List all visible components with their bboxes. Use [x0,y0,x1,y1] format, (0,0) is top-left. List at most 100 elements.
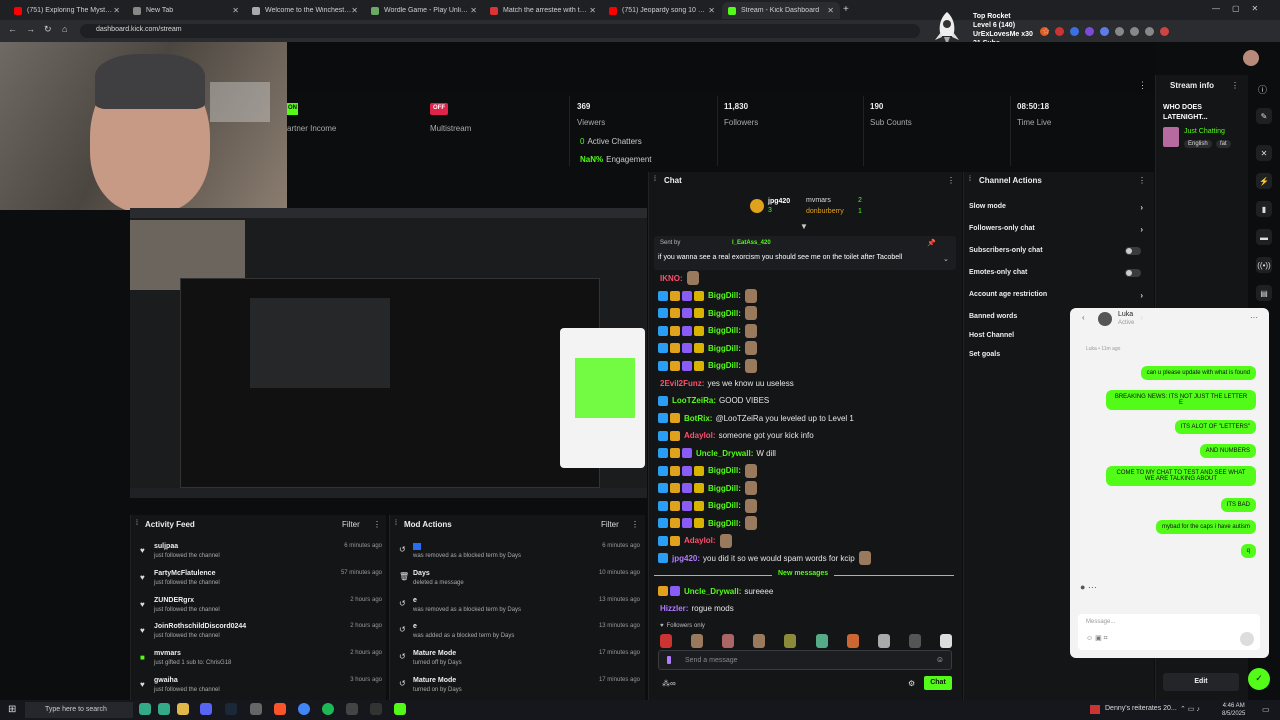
undo-icon[interactable]: ↺ [399,599,406,608]
mod-action-item[interactable]: ↺ Mature Mode turned on by Days 17 minutes … [396,677,640,703]
stats-menu-icon[interactable]: ⋮ [1138,80,1147,91]
emoji-icon[interactable]: ☺ [936,655,944,664]
chat-message[interactable]: BiggDill: [658,463,958,479]
undo-icon[interactable]: ↺ [399,625,406,634]
chevron-right-icon[interactable]: › [1140,203,1143,212]
chat-username[interactable]: IKNO: [660,274,683,283]
activity-feed-item[interactable]: ♥ JoinRothschildDiscord0244 just followed … [137,623,382,649]
close-tab-icon[interactable]: ✕ [232,6,239,15]
dm-attach-icons[interactable]: ☺ ▣ ⌗ [1086,634,1108,643]
taskbar-app-8[interactable] [298,703,310,715]
dm-send-icon[interactable] [1240,632,1254,646]
chat-username[interactable]: BotRix: [684,414,712,423]
activity-user[interactable]: ZUNDERgrx [154,597,194,604]
channel-actions-drag-icon[interactable]: ⁞ [969,176,971,183]
browser-tab-0[interactable]: (751) Exploring The Mystery Sp✕ [8,2,126,19]
chat-message[interactable]: BiggDill: [658,498,958,514]
activity-feed-item[interactable]: ♥ gwaiha just followed the channel 3 hours … [137,677,382,703]
activity-feed-item[interactable]: ♥ FartyMcFlatulence just followed the chan… [137,570,382,596]
tool-icon-1[interactable]: ✕ [1256,145,1272,161]
channel-action-account-age-restriction[interactable]: Account age restriction › [969,291,1149,303]
mod-actions-menu-icon[interactable]: ⋮ [631,520,639,529]
taskbar-search[interactable]: Type here to search [25,702,133,718]
channel-action-subscribers-only-chat[interactable]: Subscribers-only chat [969,247,1149,259]
close-tab-icon[interactable]: ✕ [708,6,715,15]
mod-action-item[interactable]: 🗑 Days deleted a message 10 minutes ago [396,570,640,596]
activity-user[interactable]: JoinRothschildDiscord0244 [154,623,246,630]
tool-icon-6[interactable]: ▤ [1256,285,1272,301]
chevron-right-icon[interactable]: › [1140,225,1143,234]
channel-action-set-goals[interactable]: Set goals [969,351,1149,363]
chat-message[interactable]: 2EviI2Funz: yes we know uu useless [658,375,958,391]
chat-message[interactable]: BotRix: @LooTZeiRa you leveled up to Leve… [658,410,958,426]
close-tab-icon[interactable]: ✕ [351,6,358,15]
reload-icon[interactable]: ↻ [44,24,52,35]
chevron-right-icon[interactable]: › [1140,291,1143,300]
tray-icons[interactable]: ⌃ ▭ ♪ [1180,705,1200,713]
channel-action-emotes-only-chat[interactable]: Emotes-only chat [969,269,1149,281]
activity-user[interactable]: FartyMcFlatulence [154,570,215,577]
mod-actions-drag-icon[interactable]: ⁞ [395,520,397,527]
browser-tab-6[interactable]: Stream - Kick Dashboard ✕ [722,2,840,19]
stream-category[interactable]: Just Chatting [1184,128,1225,135]
home-icon[interactable]: ⌂ [62,24,67,34]
taskbar-news[interactable]: Denny's reiterates 20... [1105,705,1177,712]
taskbar-app-9[interactable] [322,703,334,715]
trash-icon[interactable]: 🗑 [399,572,409,581]
chat-message[interactable]: LooTZeiRa: GOOD VIBES [658,393,958,409]
activity-feed-item[interactable]: ♥ ZUNDERgrx just followed the channel 2 hou… [137,597,382,623]
star-icon[interactable]: ☆ [1042,26,1050,37]
taskbar-app-12[interactable] [394,703,406,715]
notification-center-icon[interactable]: ▭ [1262,705,1270,714]
dm-message-input[interactable]: Message... ☺ ▣ ⌗ [1078,614,1260,650]
stream-info-edit-button[interactable]: Edit [1163,673,1239,691]
url-input[interactable]: dashboard.kick.com/stream [80,24,920,38]
chat-message[interactable]: BiggDill: [658,340,958,356]
chat-username[interactable]: Uncle_Drywall: [696,449,753,458]
chevron-down-icon[interactable]: ⌄ [943,255,949,263]
chat-message[interactable]: Hizzler: rogue mods [658,600,958,616]
activity-user[interactable]: suljpaa [154,543,178,550]
browser-tab-2[interactable]: Welcome to the Winchester M ✕ [246,2,364,19]
chat-username[interactable]: BiggDill: [708,484,741,493]
mod-action-item[interactable]: ↺ Mature Mode turned off by Days 17 minutes… [396,650,640,676]
close-tab-icon[interactable]: ✕ [470,6,477,15]
channel-actions-menu-icon[interactable]: ⋮ [1138,176,1146,185]
taskbar-app-10[interactable] [346,703,358,715]
info-icon[interactable]: ⓘ [1258,83,1267,96]
chat-message[interactable]: BiggDill: [658,515,958,531]
chat-username[interactable]: Uncle_Drywall: [684,587,741,596]
chat-drag-icon[interactable]: ⁞ [654,176,656,183]
user-avatar[interactable] [1243,50,1259,66]
channel-action-banned-words[interactable]: Banned words › [969,313,1149,325]
chat-username[interactable]: BiggDill: [708,361,741,370]
windows-start-icon[interactable]: ⊞ [8,704,16,715]
new-messages-divider[interactable]: New messages [654,570,954,580]
mod-actions-filter[interactable]: Filter [601,520,619,529]
chat-message[interactable]: Adaylol: [658,533,958,549]
chat-message[interactable]: BiggDill: [658,323,958,339]
activity-feed-filter[interactable]: Filter [342,520,360,529]
mod-action-item[interactable]: ↺ e was removed as a blocked term by Days 1… [396,597,640,623]
chat-send-button[interactable]: Chat [924,676,952,690]
chat-username[interactable]: 2EviI2Funz: [660,379,704,388]
chat-username[interactable]: Adaylol: [684,431,716,440]
pin-icon[interactable]: 📌 [927,239,936,247]
tool-icon-4[interactable]: ▬ [1256,229,1272,245]
browser-tab-3[interactable]: Wordle Game - Play Unlimited ✕ [365,2,483,19]
browser-tab-4[interactable]: Match the arrestee with their u ✕ [484,2,602,19]
chat-menu-icon[interactable]: ⋮ [947,176,955,185]
chat-username[interactable]: BiggDill: [708,309,741,318]
collapse-icon[interactable]: ▼ [800,222,808,231]
chat-username[interactable]: BiggDill: [708,466,741,475]
emote-bar[interactable] [660,634,952,648]
chat-bubble-fab[interactable]: ✓ [1248,668,1270,690]
chat-username[interactable]: BiggDill: [708,519,741,528]
chat-message[interactable]: Uncle_Drywall: sureeee [658,583,958,599]
back-icon[interactable]: ← [8,24,17,34]
taskbar-app-4[interactable] [200,703,212,715]
channel-action-followers-only-chat[interactable]: Followers-only chat › [969,225,1149,237]
forward-icon[interactable]: → [26,24,35,34]
dm-menu-icon[interactable]: ⋯ [1250,313,1258,322]
activity-feed-item[interactable]: ♥ suljpaa just followed the channel 6 minut… [137,543,382,569]
